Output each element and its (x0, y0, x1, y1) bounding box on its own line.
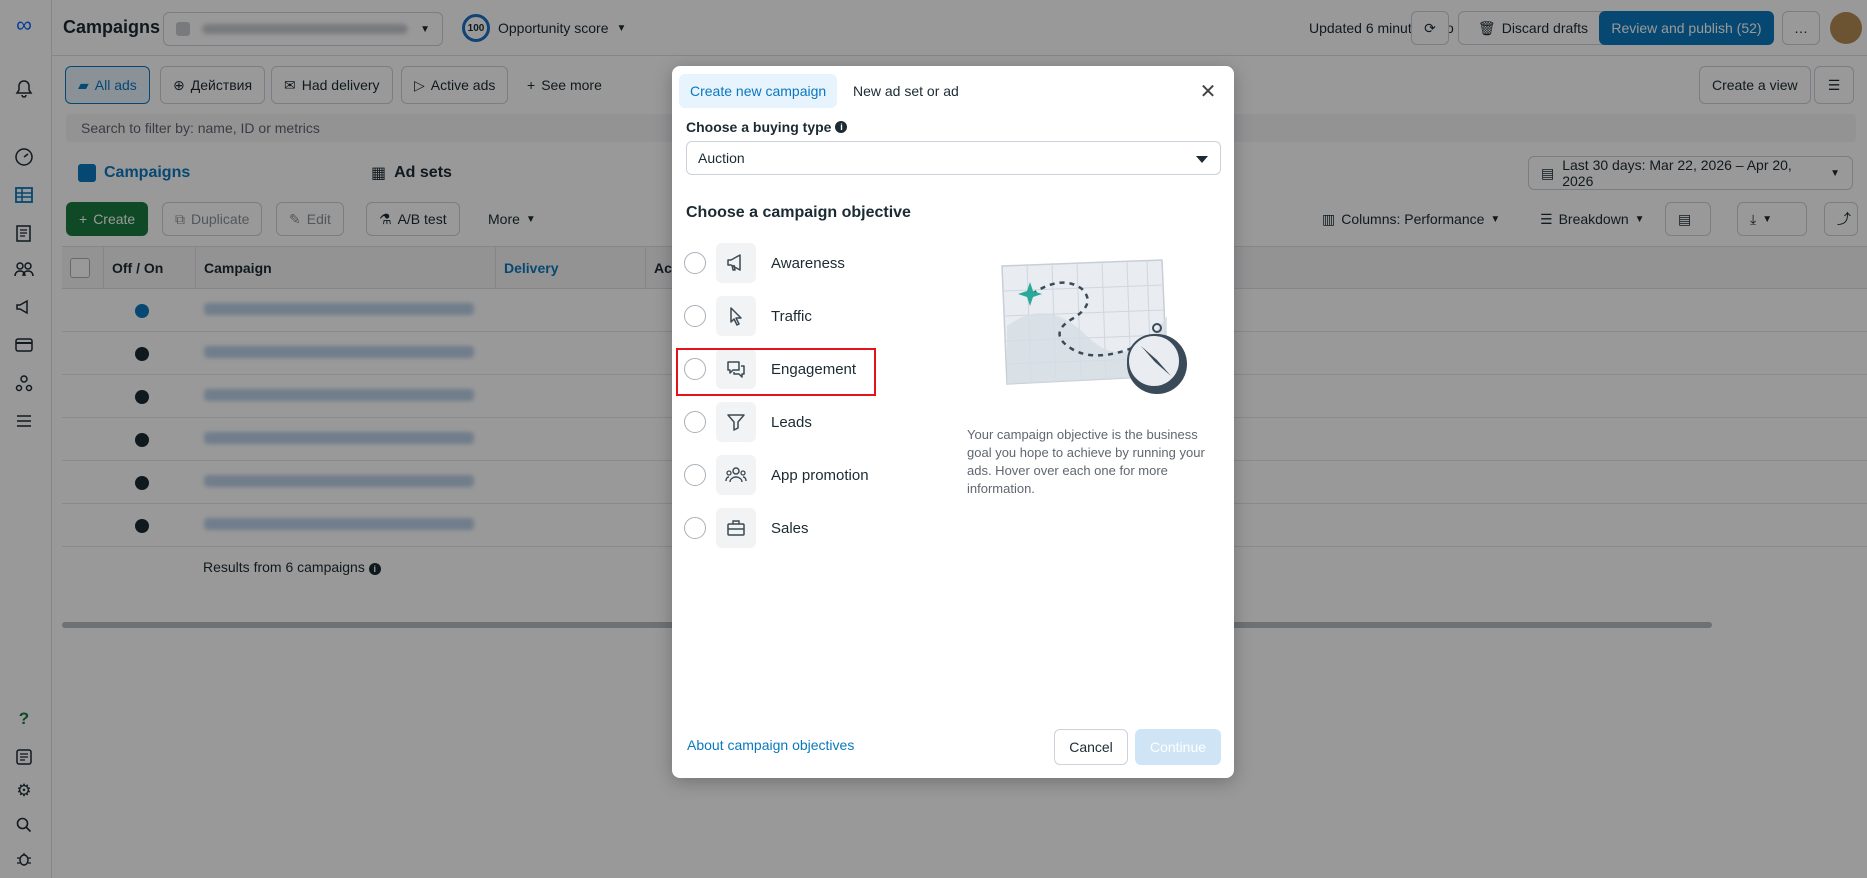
cursor-icon (716, 296, 756, 336)
continue-button[interactable]: Continue (1135, 729, 1221, 765)
buying-type-select[interactable]: Auction (686, 141, 1221, 175)
objective-awareness-label: Awareness (771, 254, 845, 272)
megaphone-icon (716, 243, 756, 283)
objective-app-promotion[interactable]: App promotion (684, 453, 924, 497)
map-compass-illustration (1001, 259, 1187, 394)
close-icon[interactable]: ✕ (1198, 81, 1218, 103)
objective-awareness[interactable]: Awareness (684, 241, 924, 285)
briefcase-icon (716, 508, 756, 548)
buying-type-value: Auction (698, 150, 745, 166)
objective-sales-label: Sales (771, 519, 809, 537)
people-icon (716, 455, 756, 495)
objective-app-promotion-label: App promotion (771, 466, 869, 484)
objective-description: Your campaign objective is the business … (967, 427, 1205, 496)
cancel-label: Cancel (1069, 739, 1113, 755)
radio-traffic[interactable] (684, 305, 706, 327)
objective-leads-label: Leads (771, 413, 812, 431)
objective-leads[interactable]: Leads (684, 400, 924, 444)
tab-new-ad-set-or-ad[interactable]: New ad set or ad (842, 74, 970, 108)
objective-traffic-label: Traffic (771, 307, 812, 325)
radio-leads[interactable] (684, 411, 706, 433)
funnel-icon (716, 402, 756, 442)
radio-app-promotion[interactable] (684, 464, 706, 486)
chevron-down-icon (1196, 156, 1208, 163)
buying-type-label-text: Choose a buying type (686, 119, 832, 135)
continue-label: Continue (1149, 739, 1207, 755)
objective-sales[interactable]: Sales (684, 506, 924, 550)
about-campaign-objectives-link[interactable]: About campaign objectives (687, 737, 854, 753)
radio-sales[interactable] (684, 517, 706, 539)
cancel-button[interactable]: Cancel (1054, 729, 1128, 765)
tab-new-ad-set-or-ad-label: New ad set or ad (853, 83, 959, 99)
engagement-highlight-box (676, 348, 876, 396)
buying-type-label: Choose a buying type i (686, 119, 848, 135)
tab-create-new-campaign[interactable]: Create new campaign (679, 74, 838, 108)
tab-create-new-campaign-label: Create new campaign (690, 83, 827, 99)
objective-heading: Choose a campaign objective (686, 204, 911, 221)
info-icon[interactable]: i (835, 121, 848, 133)
create-campaign-dialog: Create new campaign New ad set or ad ✕ C… (672, 66, 1234, 778)
objective-traffic[interactable]: Traffic (684, 294, 924, 338)
radio-awareness[interactable] (684, 252, 706, 274)
